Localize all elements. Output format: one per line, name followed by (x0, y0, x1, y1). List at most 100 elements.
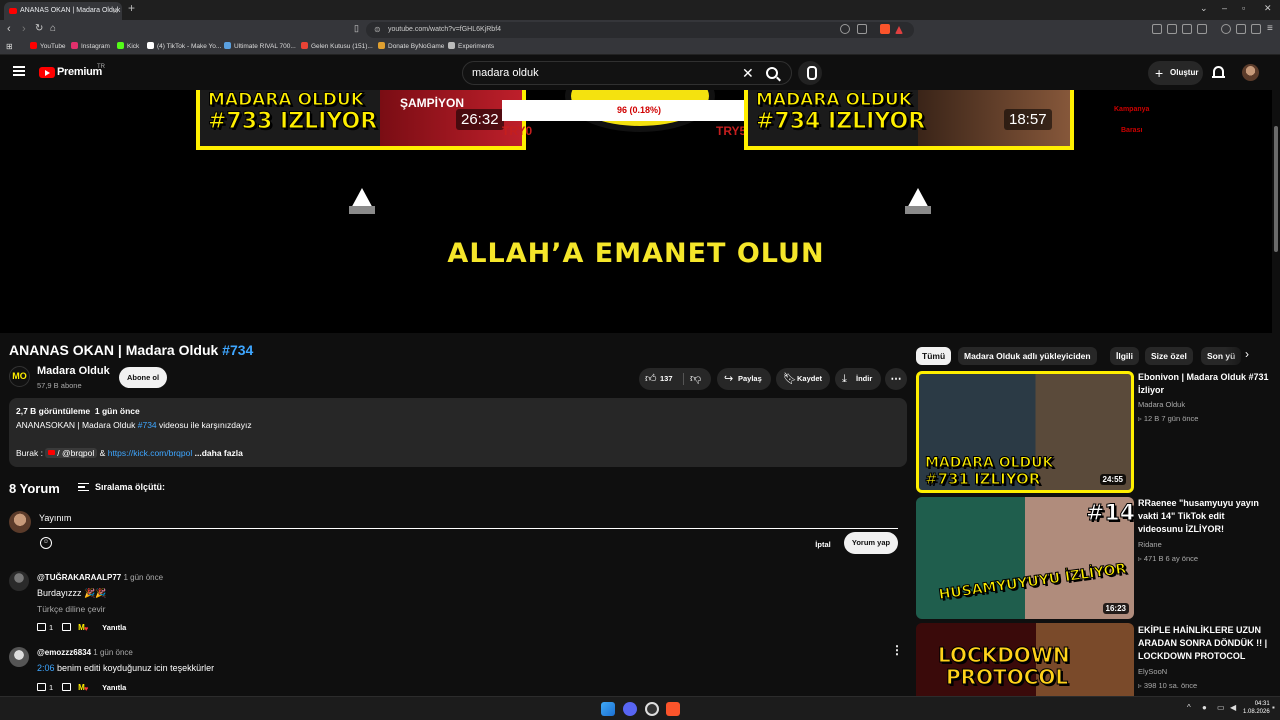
zoom-icon[interactable] (840, 24, 850, 34)
chip-all[interactable]: Tümü (916, 347, 952, 365)
bookmark-icon[interactable]: ▯ (354, 23, 359, 34)
recommended-thumbnail[interactable]: #14 HUSAMYUYUYU İZLİYOR 16:23 (916, 497, 1134, 619)
history-icon[interactable] (1197, 24, 1207, 34)
end-screen-video-left[interactable]: MADARA OLDUK #733 IZLIYOR ŞAMPİYON 26:32 (196, 90, 526, 150)
brave-shield-icon[interactable] (880, 24, 890, 34)
vpn-icon[interactable] (1251, 24, 1261, 34)
back-icon[interactable]: ‹ (7, 23, 11, 35)
sort-comments-button[interactable]: Sıralama ölçütü: (78, 482, 165, 492)
rec-channel[interactable]: ElySooN (1138, 667, 1167, 676)
video-title-hashtag[interactable]: #734 (222, 342, 253, 358)
cast-icon[interactable] (857, 24, 867, 34)
commenter-avatar[interactable] (9, 647, 29, 667)
download-button[interactable]: ⤓ İndir (835, 368, 881, 390)
subscribe-button[interactable]: Abone ol (119, 367, 167, 388)
commenter-avatar[interactable] (9, 571, 29, 591)
kick-link[interactable]: https://kick.com/brqpol (108, 448, 193, 458)
chip-from-uploader[interactable]: Madara Olduk adlı yükleyiciden (958, 347, 1097, 365)
browser-tab[interactable]: ANANAS OKAN | Madara Olduk × (4, 2, 122, 20)
comment-dislike-icon[interactable] (62, 623, 72, 631)
like-button[interactable]: 👍︎ 137 👎︎ (639, 368, 711, 390)
brave-browser-icon[interactable] (666, 702, 680, 716)
reload-icon[interactable]: ↻ (35, 23, 43, 34)
window-close-icon[interactable]: ✕ (1264, 3, 1272, 14)
comment-timestamp-link[interactable]: 2:06 (37, 663, 55, 673)
comment-menu-icon[interactable]: ⋮ (891, 643, 903, 657)
minimize-icon[interactable]: – (1222, 3, 1227, 13)
comment-author[interactable]: @TUĞRAKARAALP77 (37, 573, 121, 582)
bookmark-instagram[interactable]: Instagram (71, 42, 110, 50)
comment-dislike-icon[interactable] (62, 683, 72, 691)
youtube-logo-icon[interactable] (39, 67, 55, 78)
show-more-link[interactable]: ...daha fazla (195, 448, 243, 458)
chips-next-icon[interactable]: › (1245, 347, 1249, 361)
hamburger-menu-icon[interactable] (13, 66, 25, 76)
save-button[interactable]: 🔖︎ Kaydet (776, 368, 830, 390)
discord-icon[interactable] (623, 702, 637, 716)
comment-time[interactable]: 1 gün önce (123, 573, 163, 582)
channel-avatar[interactable]: MO (9, 366, 30, 387)
translate-link[interactable]: Türkçe diline çevir (37, 604, 106, 614)
bookmark-donate[interactable]: Donate ByNoGame (378, 42, 444, 50)
submit-comment-button[interactable]: Yorum yap (844, 532, 898, 554)
share-button[interactable]: ↪ Paylaş (717, 368, 771, 390)
clear-search-icon[interactable]: ✕ (742, 65, 754, 82)
description-box[interactable]: 2,7 B görüntüleme 1 gün önce ANANASOKAN … (9, 398, 907, 467)
bookmark-kick[interactable]: Kick (117, 42, 139, 50)
rec-title[interactable]: Ebonivon | Madara Olduk #731 İzliyor (1138, 371, 1270, 397)
description-hashtag[interactable]: #734 (138, 420, 157, 430)
apps-grid-icon[interactable]: ⊞ (6, 42, 13, 51)
downloads-icon[interactable] (1182, 24, 1192, 34)
comment-time[interactable]: 1 gün önce (93, 648, 133, 657)
brave-rewards-icon[interactable] (895, 26, 903, 34)
scrollbar-thumb[interactable] (1274, 126, 1278, 252)
media-icon[interactable] (1221, 24, 1231, 34)
create-button[interactable]: + Oluştur (1148, 61, 1203, 85)
recommended-thumbnail[interactable]: MADARA OLDUK #731 IZLIYOR 24:55 (916, 371, 1134, 493)
rec-channel[interactable]: Madara Olduk (1138, 400, 1185, 409)
account-avatar[interactable] (1242, 64, 1259, 81)
home-icon[interactable]: ⌂ (50, 23, 56, 34)
rec-channel[interactable]: Ridane (1138, 540, 1162, 549)
chrome-icon[interactable] (645, 702, 659, 716)
bookmark-youtube[interactable]: YouTube (30, 42, 66, 50)
emoji-picker-icon[interactable]: ☺ (40, 537, 52, 549)
network-icon[interactable]: ▭ (1217, 703, 1225, 712)
windows-start-icon[interactable] (601, 702, 615, 716)
thumbs-down-icon[interactable]: 👎︎ (690, 368, 701, 390)
forward-icon[interactable]: › (22, 23, 26, 35)
notifications-bell-icon[interactable] (1212, 66, 1225, 78)
new-tab-button[interactable]: + (128, 1, 135, 15)
chip-related[interactable]: İlgili (1110, 347, 1139, 365)
extensions-icon[interactable] (1152, 24, 1162, 34)
maximize-icon[interactable]: ▫ (1242, 3, 1245, 13)
reply-button[interactable]: Yanıtla (102, 683, 126, 692)
bookmark-gmail[interactable]: Gelen Kutusu (151)... (301, 42, 373, 50)
youtube-brand[interactable]: Premium (57, 66, 102, 78)
end-screen-video-right[interactable]: MADARA OLDUK #734 IZLIYOR 18:57 (744, 90, 1074, 150)
search-icon[interactable] (766, 67, 778, 79)
volume-icon[interactable]: ◀ (1230, 703, 1236, 712)
menu-icon[interactable]: ≡ (1267, 23, 1273, 34)
close-tab-icon[interactable]: × (113, 2, 118, 20)
tray-overflow-icon[interactable]: ^ (1187, 703, 1191, 712)
comment-author[interactable]: @emozzz6834 (37, 648, 91, 657)
comment-like-icon[interactable] (37, 623, 46, 631)
wallet-icon[interactable] (1167, 24, 1177, 34)
voice-search-icon[interactable] (798, 61, 822, 85)
search-box[interactable]: madara olduk ✕ (462, 61, 792, 85)
chip-for-you[interactable]: Size özel (1145, 347, 1193, 365)
rec-title[interactable]: EKİPLE HAİNLİKLERE UZUN ARADAN SONRA DÖN… (1138, 624, 1270, 663)
notification-center-icon[interactable]: ▪ (1272, 703, 1275, 712)
search-input[interactable]: madara olduk (472, 67, 539, 79)
more-actions-button[interactable]: ⋯ (885, 368, 907, 390)
extension-puzzle-icon[interactable] (1236, 24, 1246, 34)
channel-name[interactable]: Madara Olduk (37, 365, 110, 377)
system-clock[interactable]: 04:31 1.08.2026 (1243, 700, 1270, 716)
url-bar[interactable]: ⊜ youtube.com/watch?v=fGHL6KjRbf4 (366, 22, 914, 38)
cancel-comment-button[interactable]: İptal (808, 536, 838, 554)
youtube-handle-chip[interactable]: / @brqpol (45, 448, 98, 458)
rec-title[interactable]: RRaenee "husamyuyu yayın vakti 14" TikTo… (1138, 497, 1270, 536)
comment-input[interactable]: Yayınım (39, 513, 898, 529)
reply-button[interactable]: Yanıtla (102, 623, 126, 632)
